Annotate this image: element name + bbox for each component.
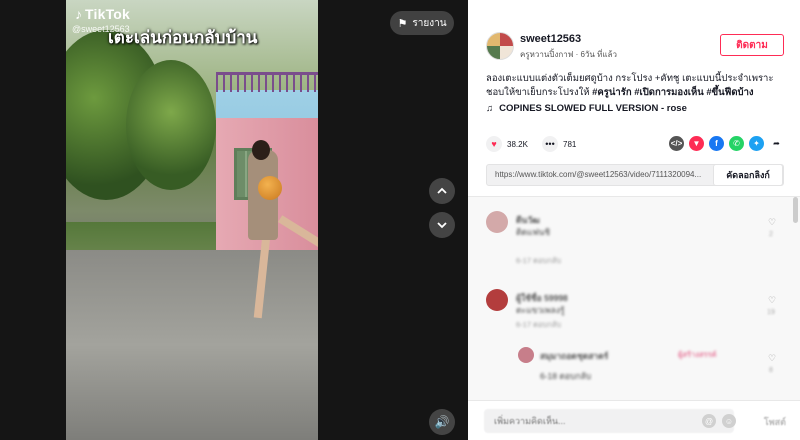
- comments-list[interactable]: ดีนวัฒ ติดแฟนชิ 6-17 ตอบกลับ ♡ 2 ผู้ใช้ช…: [468, 196, 800, 400]
- tiktok-watermark: ♪ TikTok: [75, 6, 130, 22]
- post-comment-button[interactable]: โพสต์: [764, 415, 786, 429]
- comments-scrollbar[interactable]: [793, 197, 798, 223]
- mention-at-icon[interactable]: @: [702, 414, 716, 428]
- comment-like-count: 2: [769, 231, 773, 238]
- whatsapp-icon[interactable]: ✆: [729, 136, 744, 151]
- brand-name: TikTok: [85, 6, 131, 22]
- comment-text: ตะแขวเพลงรู้: [516, 305, 565, 315]
- video-description: ลองเตะแบบแต่งตัวเต็มยศดูบ้าง กระโปรง +คั…: [486, 72, 786, 100]
- hashtag-link[interactable]: #เปิดการมองเห็น: [634, 87, 704, 98]
- hashtag-link[interactable]: #ครูน่ารัก: [592, 87, 631, 98]
- video-link-text: https://www.tiktok.com/@sweet12563/video…: [495, 170, 702, 179]
- comment-input-row: @ ☺ โพสต์: [468, 400, 800, 440]
- video-scene-ground: [66, 250, 318, 440]
- music-note-icon: ♫: [486, 103, 494, 114]
- comment-like-heart-icon[interactable]: ♡: [766, 217, 778, 228]
- heart-icon[interactable]: ♥: [486, 136, 502, 152]
- comment-count: 781: [563, 139, 577, 149]
- video-scene-fence: [216, 72, 318, 92]
- comment-input[interactable]: [484, 409, 734, 433]
- author-meta: ครูหวานปิ้งกาฟ · 6วัน ที่แล้ว: [520, 48, 617, 61]
- author-row: sweet12563 ครูหวานปิ้งกาฟ · 6วัน ที่แล้ว…: [486, 32, 784, 64]
- chevron-up-icon: [437, 187, 447, 194]
- comment-author-badge: ผู้สร้างสรรค์: [678, 350, 717, 359]
- tiktok-logo-icon: ♪: [75, 6, 82, 22]
- report-button[interactable]: ⚑ รายงาน: [390, 11, 454, 35]
- post-date: 6วัน ที่แล้ว: [580, 50, 617, 59]
- share-arrow-icon[interactable]: ➦: [769, 136, 784, 151]
- comment-like-heart-icon[interactable]: ♡: [766, 295, 778, 306]
- author-username[interactable]: sweet12563: [520, 33, 581, 45]
- flag-icon: ⚑: [397, 17, 408, 30]
- comment-action: ••• 781: [542, 136, 576, 152]
- video-scene-ball: [258, 176, 282, 200]
- volume-button[interactable]: 🔊: [429, 409, 455, 435]
- video-player[interactable]: ♪ TikTok @sweet12563 เตะเล่นก่อนกลับบ้าน…: [0, 0, 468, 440]
- avatar[interactable]: [486, 32, 514, 60]
- author-display-name: ครูหวานปิ้งกาฟ: [520, 50, 574, 59]
- video-info-panel: sweet12563 ครูหวานปิ้งกาฟ · 6วัน ที่แล้ว…: [468, 0, 800, 440]
- facebook-icon[interactable]: f: [709, 136, 724, 151]
- copy-link-button[interactable]: คัดลอกลิงก์: [713, 164, 783, 186]
- video-scene-tree: [126, 60, 216, 190]
- comment-like-count: 8: [769, 367, 773, 374]
- actions-row: ♥ 38.2K ••• 781 </> ▼ f ✆ ✦ ➦: [486, 136, 784, 154]
- twitter-icon[interactable]: ✦: [749, 136, 764, 151]
- comment-text: ติดแฟนชิ: [516, 227, 551, 237]
- comment-meta: 6-17 ตอบกลับ: [516, 256, 562, 265]
- chevron-down-icon: [437, 222, 447, 229]
- comment-text: 6-18 ตอบกลับ: [540, 371, 592, 381]
- follow-button[interactable]: ติดตาม: [720, 34, 784, 56]
- hashtag-link[interactable]: #ขึ้นฟีดบ้าง: [706, 87, 753, 98]
- copy-link-row: https://www.tiktok.com/@sweet12563/video…: [486, 164, 784, 186]
- video-caption-overlay: เตะเล่นก่อนกลับบ้าน: [108, 28, 258, 47]
- like-action: ♥ 38.2K: [486, 136, 528, 152]
- previous-video-button[interactable]: [429, 178, 455, 204]
- comment-like-heart-icon[interactable]: ♡: [766, 353, 778, 364]
- next-video-button[interactable]: [429, 212, 455, 238]
- emoji-icon[interactable]: ☺: [722, 414, 736, 428]
- share-icons: </> ▼ f ✆ ✦ ➦: [669, 136, 784, 151]
- comment-avatar[interactable]: [486, 211, 508, 233]
- report-label: รายงาน: [412, 17, 447, 29]
- music-title: COPINES SLOWED FULL VERSION - rose: [499, 103, 687, 114]
- music-link[interactable]: ♫ COPINES SLOWED FULL VERSION - rose: [486, 103, 687, 114]
- comment-icon[interactable]: •••: [542, 136, 558, 152]
- comment-avatar[interactable]: [486, 289, 508, 311]
- send-icon[interactable]: ▼: [689, 136, 704, 151]
- speaker-icon: 🔊: [434, 415, 450, 429]
- video-scene-person: [252, 140, 270, 160]
- comment-author[interactable]: สมุมาถอดชุดสาดร์: [540, 349, 608, 363]
- comment-meta: 6-17 ตอบกลับ: [516, 320, 562, 329]
- embed-icon[interactable]: </>: [669, 136, 684, 151]
- like-count: 38.2K: [507, 139, 528, 149]
- comment-like-count: 19: [767, 309, 775, 316]
- comment-avatar[interactable]: [518, 347, 534, 363]
- video-frame[interactable]: [66, 0, 318, 440]
